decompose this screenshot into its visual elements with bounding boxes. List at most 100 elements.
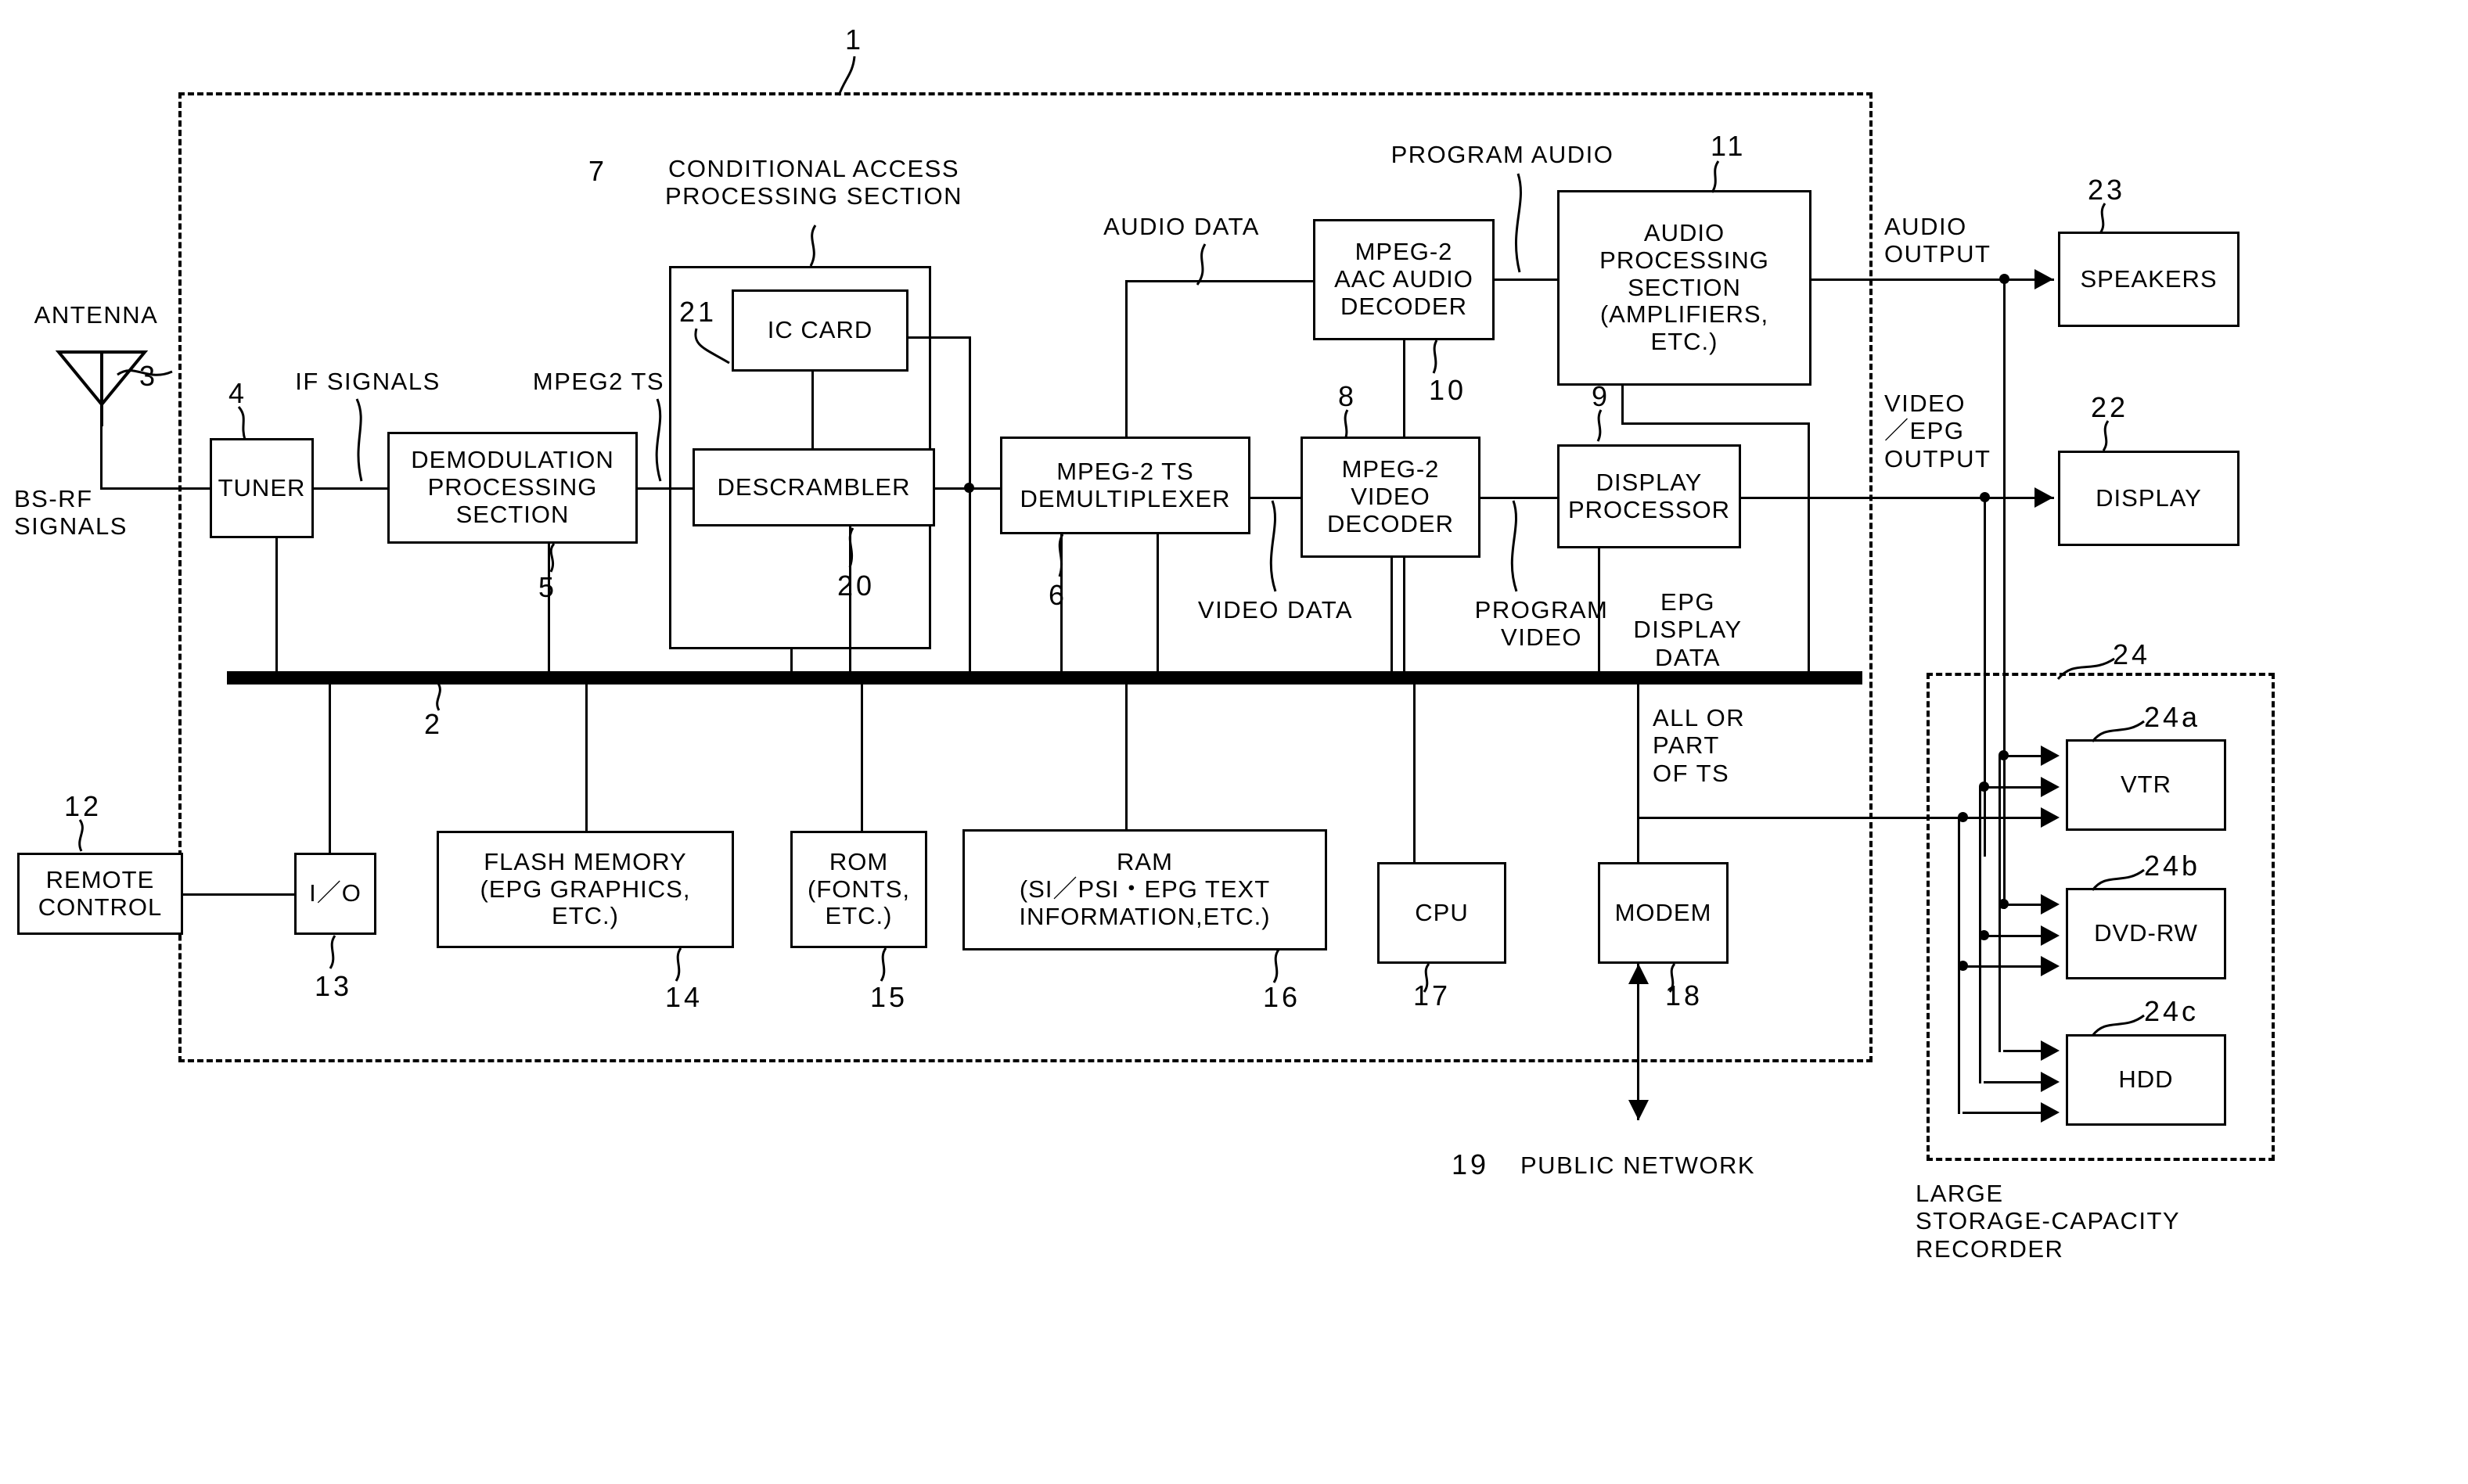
if-signals-leader (355, 398, 363, 482)
block-video-decoder-label: MPEG-2 VIDEO DECODER (1326, 455, 1454, 537)
cpu-ref-leader (1423, 963, 1430, 993)
block-rom[interactable]: ROM (FONTS, ETC.) (790, 831, 927, 948)
videodec-bus-drop (1390, 558, 1393, 678)
ref-video-dec: 8 (1338, 380, 1358, 412)
program-video-leader (1510, 500, 1518, 592)
tuner-ref-leader (237, 406, 246, 440)
block-flash-memory[interactable]: FLASH MEMORY (EPG GRAPHICS, ETC.) (437, 831, 734, 948)
cas-ref-leader (809, 225, 817, 267)
ref-audio-proc: 11 (1711, 130, 1747, 162)
block-cpu[interactable]: CPU (1377, 862, 1506, 964)
figure-leader (837, 56, 856, 96)
tuner-to-demod-wire (314, 487, 388, 490)
all-or-part-of-ts-label: ALL OR PART OF TS (1653, 704, 1746, 787)
remote-ref-leader (78, 819, 84, 852)
rom-ref-leader (880, 947, 887, 982)
block-hdd-label: HDD (2118, 1065, 2174, 1094)
block-dvd-rw[interactable]: DVD-RW (2066, 888, 2226, 979)
vtr-in-b-arrow (2041, 777, 2060, 797)
block-speakers-label: SPEAKERS (2080, 264, 2218, 293)
ref-rom: 15 (870, 981, 908, 1013)
block-ic-card[interactable]: IC CARD (732, 289, 908, 372)
dvdrw-ref-leader (2091, 868, 2145, 891)
ref-demux: 6 (1049, 579, 1068, 611)
block-hdd[interactable]: HDD (2066, 1034, 2226, 1126)
antenna-drop-wire (100, 422, 103, 489)
group-conditional-access-label: CONDITIONAL ACCESS PROCESSING SECTION (664, 155, 963, 210)
ref-figure: 1 (845, 23, 865, 56)
block-io-label: I／O (309, 879, 362, 907)
ram-bus-riser (1125, 678, 1128, 831)
network-down-arrowhead (1628, 1100, 1649, 1120)
block-remote-control-label: REMOTE CONTROL (38, 865, 163, 921)
program-audio-leader (1514, 173, 1522, 273)
ref-io: 13 (315, 970, 353, 1002)
block-aac-audio-decoder[interactable]: MPEG-2 AAC AUDIO DECODER (1313, 219, 1495, 340)
cas-bus-riser (790, 649, 793, 673)
figure-canvas: 1 ANTENNA 3 BS-RF SIGNALS TUNER 4 IF SIG… (0, 0, 2468, 1484)
block-display-label: DISPLAY (2096, 483, 2202, 512)
ref-hdd: 24c (2144, 995, 2200, 1027)
dvd-in-c-arrow (2041, 956, 2060, 976)
cpu-bus-riser (1413, 678, 1416, 864)
block-descrambler[interactable]: DESCRAMBLER (693, 448, 935, 526)
block-remote-control[interactable]: REMOTE CONTROL (17, 853, 183, 935)
ref-tuner: 4 (228, 377, 248, 409)
video-output-wire (1741, 497, 2054, 499)
if-signals-label: IF SIGNALS (295, 368, 441, 395)
block-demodulation[interactable]: DEMODULATION PROCESSING SECTION (387, 432, 638, 544)
block-tuner[interactable]: TUNER (210, 438, 314, 538)
block-tuner-label: TUNER (218, 473, 306, 501)
block-vtr[interactable]: VTR (2066, 739, 2226, 831)
program-audio-label: PROGRAM AUDIO (1390, 141, 1614, 168)
recorder-label: LARGE STORAGE-CAPACITY RECORDER (1916, 1180, 2181, 1263)
vtr-ref-leader (2091, 720, 2145, 742)
demod-ref-leader (549, 543, 556, 573)
block-cpu-label: CPU (1415, 898, 1469, 926)
block-io[interactable]: I／O (294, 853, 376, 935)
block-descrambler-label: DESCRAMBLER (717, 473, 911, 501)
block-demodulation-label: DEMODULATION PROCESSING SECTION (411, 446, 614, 528)
audio-output-wire (1811, 278, 2054, 281)
ref-ram: 16 (1263, 981, 1301, 1013)
audio-proc-bus-drop2 (1808, 422, 1810, 678)
dispproc-bus-drop (1598, 548, 1600, 678)
recorder-rail-ts (1999, 755, 2001, 1052)
ref-flash: 14 (665, 981, 703, 1013)
block-speakers[interactable]: SPEAKERS (2058, 232, 2240, 327)
program-video-label: PROGRAM VIDEO (1474, 596, 1609, 652)
network-up-arrowhead (1628, 964, 1649, 984)
vtr-in-c-arrow (2041, 807, 2060, 828)
block-display[interactable]: DISPLAY (2058, 451, 2240, 546)
block-ts-demultiplexer[interactable]: MPEG-2 TS DEMULTIPLEXER (1000, 437, 1250, 534)
public-network-label: PUBLIC NETWORK (1520, 1152, 1756, 1179)
videodec-to-dispproc-wire (1480, 497, 1559, 499)
io-ref-leader (329, 935, 336, 969)
flash-ref-leader (675, 947, 682, 982)
block-ic-card-label: IC CARD (767, 316, 873, 344)
block-video-decoder[interactable]: MPEG-2 VIDEO DECODER (1301, 437, 1480, 558)
ref-ic-card: 21 (679, 296, 718, 328)
block-display-processor[interactable]: DISPLAY PROCESSOR (1557, 444, 1741, 548)
block-ram[interactable]: RAM (SI／PSI・EPG TEXT INFORMATION,ETC.) (962, 829, 1327, 950)
block-ram-label: RAM (SI／PSI・EPG TEXT INFORMATION,ETC.) (1019, 848, 1271, 930)
block-ts-demultiplexer-label: MPEG-2 TS DEMULTIPLEXER (1020, 457, 1231, 512)
flash-bus-riser (585, 678, 588, 832)
ic-card-ref-leader (694, 328, 730, 365)
demux-bus-riser-a (1060, 534, 1063, 673)
block-dvd-rw-label: DVD-RW (2094, 919, 2198, 947)
ref-remote: 12 (64, 790, 103, 822)
io-bus-riser (329, 678, 331, 853)
hdd-in-c (1963, 1112, 2052, 1114)
demod-bus-riser (548, 544, 550, 673)
ic-card-right-drop (969, 336, 971, 677)
block-modem[interactable]: MODEM (1598, 862, 1729, 964)
ref-display: 22 (2091, 391, 2129, 423)
block-audio-processing[interactable]: AUDIO PROCESSING SECTION (AMPLIFIERS, ET… (1557, 190, 1811, 386)
video-data-leader (1269, 500, 1277, 592)
antenna-label: ANTENNA (34, 301, 159, 329)
hdd-in-c-arrow (2041, 1102, 2060, 1123)
video-data-label: VIDEO DATA (1197, 596, 1354, 623)
vtr-in-a-arrow (2041, 746, 2060, 766)
ref-aac: 10 (1429, 374, 1467, 406)
